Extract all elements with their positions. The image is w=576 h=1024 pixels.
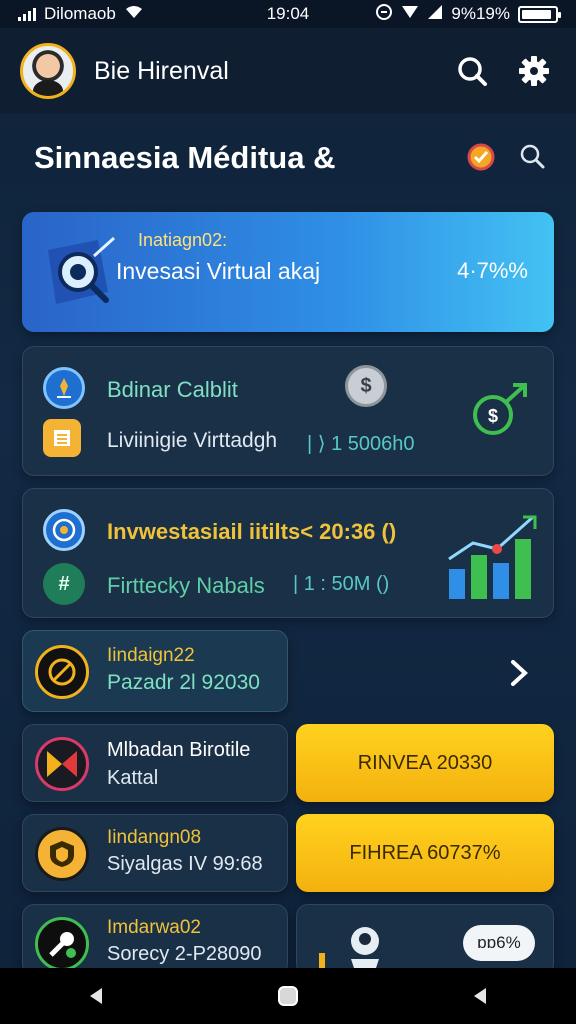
home-icon[interactable] — [264, 972, 312, 1020]
system-nav-bar — [0, 968, 576, 1024]
action-button[interactable]: RINVEA 20330 — [296, 724, 554, 802]
battery-icon — [518, 5, 561, 23]
robot-chart-icon — [317, 915, 387, 975]
target-magnifier-icon — [38, 234, 124, 314]
carrier-label: Dilomaob — [44, 4, 116, 23]
card3-subtitle: Firttecky Nabals — [107, 573, 265, 598]
search-icon[interactable] — [450, 49, 494, 93]
hero-percentage: 4·7%% — [457, 258, 528, 283]
list-item-title: Iindangn08 — [107, 827, 202, 848]
hero-main-label: Invesasi Virtual akaj — [116, 258, 321, 284]
bowtie-icon — [35, 737, 89, 791]
list-item[interactable]: Iindangn08 Siyalgas IV 99:68 — [22, 814, 288, 892]
card2-title: Bdinar Calblit — [107, 377, 238, 402]
growth-dollar-icon: $ — [465, 381, 531, 441]
cell-signal-icon — [427, 4, 443, 25]
list-item[interactable]: Imdarwa02 Sorecy 2-P28090 — [22, 904, 288, 976]
list-item[interactable]: Mlbadan Birotile Kattal — [22, 724, 288, 802]
coin-icon: $ — [345, 365, 387, 407]
summary-card[interactable]: Bdinar Calblit $ Liviinigie Virttadgh | … — [22, 346, 554, 476]
no-entry-icon — [35, 645, 89, 699]
clock: 19:04 — [266, 4, 310, 23]
card3-value: | 1 : 50M () — [293, 573, 390, 595]
wifi-icon — [124, 4, 144, 25]
shield-icon — [35, 827, 89, 881]
card2-subtitle: Liviinigie Virttadgh — [107, 429, 278, 452]
app-title: Bie Hirenval — [94, 56, 229, 85]
battery-text: 9%19% — [451, 4, 510, 23]
action-button[interactable]: FIHREA 60737% — [296, 814, 554, 892]
hashtag-icon: # — [43, 563, 85, 605]
list-item-title: Mlbadan Birotile — [107, 739, 251, 761]
target-icon — [43, 509, 85, 551]
signal-icon — [18, 7, 36, 21]
bar-growth-icon — [443, 509, 539, 601]
list-item-subtitle: Pazadr 2l 92030 — [107, 671, 260, 694]
pin-icon — [43, 367, 85, 409]
card2-value: | ⟩ 1 5006h0 — [307, 433, 415, 455]
investment-card[interactable]: Invwestasiail iitilts< 20:36 () # Firtte… — [22, 488, 554, 618]
list-item-title: Iindaign22 — [107, 645, 195, 666]
list-item-subtitle: Siyalgas IV 99:68 — [107, 853, 263, 875]
back-icon[interactable] — [72, 972, 120, 1020]
promo-card[interactable]: ɒɒ6% — [296, 904, 554, 976]
list-item-subtitle: Sorecy 2-P28090 — [107, 943, 262, 965]
list-item-subtitle: Kattal — [107, 767, 159, 789]
vpn-icon — [375, 3, 393, 26]
tool-icon — [35, 917, 89, 971]
avatar[interactable] — [20, 43, 76, 99]
card3-title: Invwestasiail iitilts< 20:36 () — [107, 519, 397, 544]
status-bar: Dilomaob 19:04 9%19% — [0, 0, 576, 28]
section-title: Sinnaesia Méditua & — [34, 140, 336, 175]
search-icon[interactable] — [518, 142, 546, 177]
check-badge-icon[interactable] — [466, 142, 496, 177]
gear-icon[interactable] — [512, 49, 556, 93]
list-item[interactable]: Iindaign22 Pazadr 2l 92030 — [22, 630, 288, 712]
hero-small-label: Inatiagn02: — [138, 230, 228, 250]
signal-wifi-icon — [401, 4, 419, 25]
recents-icon[interactable] — [456, 972, 504, 1020]
svg-text:$: $ — [488, 406, 498, 426]
calculator-icon — [43, 419, 81, 457]
percent-pill[interactable]: ɒɒ6% — [463, 925, 535, 961]
list-item-title: Imdarwa02 — [107, 917, 201, 938]
hero-card[interactable]: Inatiagn02: Invesasi Virtual akaj 4·7%% — [22, 212, 554, 332]
app-header: Bie Hirenval — [0, 28, 576, 114]
chevron-right-icon[interactable] — [504, 656, 534, 690]
